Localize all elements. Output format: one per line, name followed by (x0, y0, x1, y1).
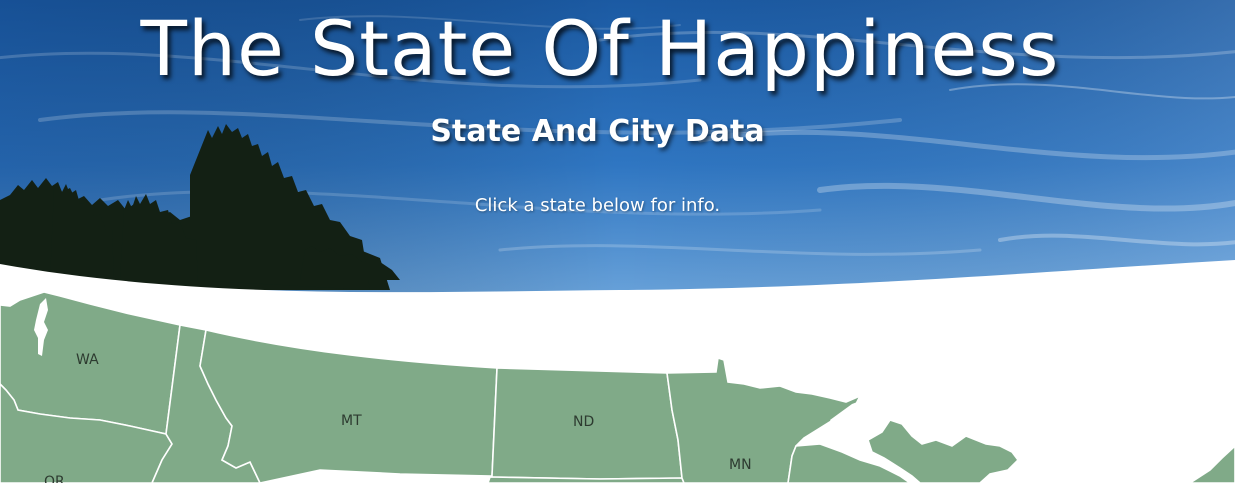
state-nd[interactable] (489, 367, 683, 480)
page: The State Of Happiness State And City Da… (0, 0, 1235, 483)
us-state-map: WA OR MT ND MN (0, 291, 1235, 483)
state-mt[interactable] (199, 329, 498, 483)
state-mi-lower[interactable] (1188, 444, 1235, 483)
